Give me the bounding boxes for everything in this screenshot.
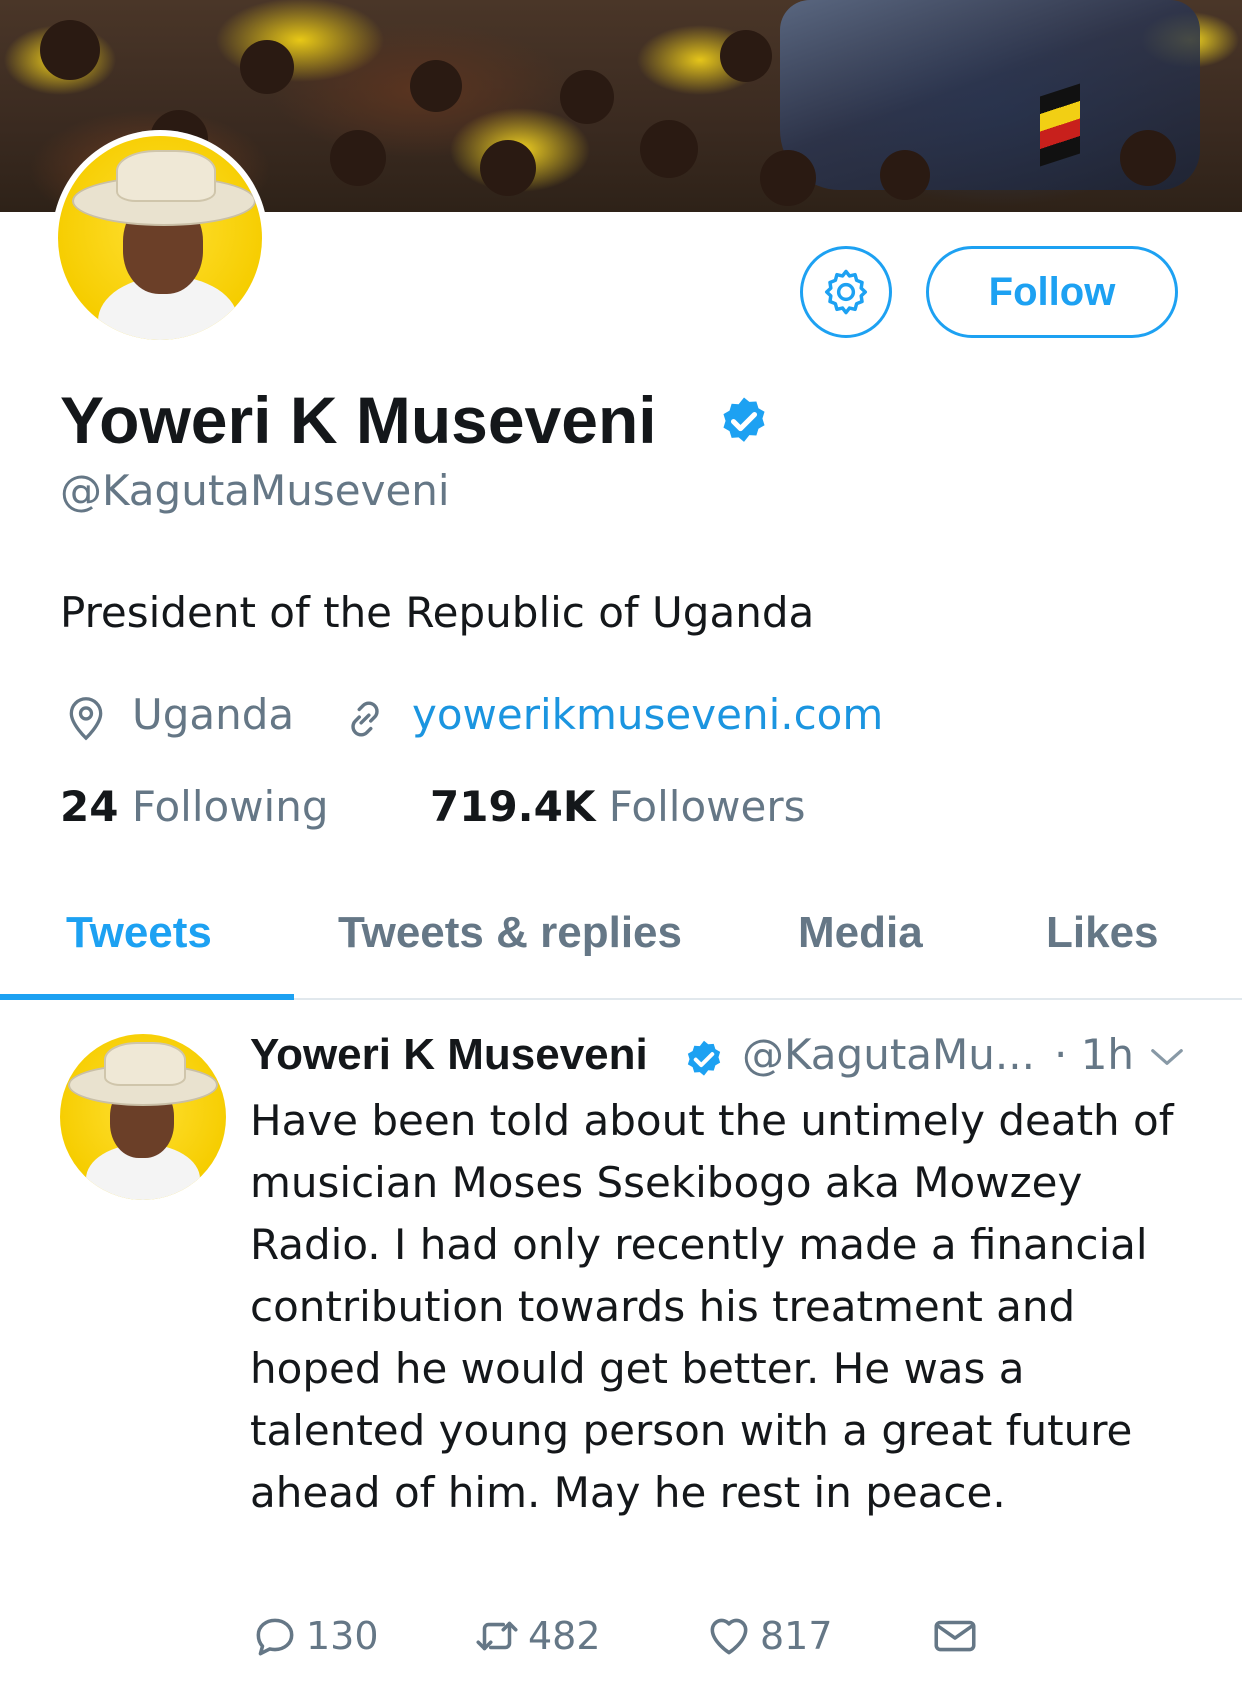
reply-button[interactable]: 130 xyxy=(250,1606,379,1666)
banner-crowd-head xyxy=(880,150,930,200)
followers-count: 719.4K xyxy=(430,782,596,831)
tweet-timestamp[interactable]: · 1h xyxy=(1054,1030,1134,1079)
tab-tweets[interactable]: Tweets xyxy=(66,908,212,958)
banner-crowd-head xyxy=(560,70,614,124)
avatar-photo xyxy=(58,136,262,340)
follow-button[interactable]: Follow xyxy=(926,246,1178,338)
profile-name: Yoweri K Museveni xyxy=(60,383,657,457)
tweet-author-handle[interactable]: @KagutaMu... xyxy=(742,1030,1035,1079)
banner-crowd-head xyxy=(40,20,100,80)
banner-crowd-head xyxy=(410,60,462,112)
banner-crowd-head xyxy=(240,40,294,94)
banner-crowd-head xyxy=(640,120,698,178)
profile-tabs: Tweets Tweets & replies Media Likes xyxy=(0,898,1242,1000)
chevron-down-icon[interactable] xyxy=(1148,1042,1186,1072)
tab-tweets-and-replies[interactable]: Tweets & replies xyxy=(338,908,682,958)
verified-badge-icon xyxy=(687,1040,721,1076)
tweet-actions: 130 482 817 xyxy=(250,1606,1150,1666)
tweet-author-name[interactable]: Yoweri K Museveni xyxy=(250,1030,648,1080)
tweet-header: Yoweri K Museveni @KagutaMu... · 1h xyxy=(250,1030,1210,1086)
retweet-count: 482 xyxy=(528,1614,601,1658)
tweet-text: Have been told about the untimely death … xyxy=(250,1096,1174,1517)
verified-badge-icon xyxy=(723,397,765,442)
reply-icon xyxy=(256,1618,294,1656)
like-count: 817 xyxy=(760,1614,833,1658)
direct-message-button[interactable] xyxy=(930,1606,980,1666)
profile-stats: 24 Following 719.4K Followers xyxy=(60,782,1180,838)
banner-crowd-head xyxy=(760,150,816,206)
profile-location: Uganda xyxy=(132,690,295,739)
profile-bio: President of the Republic of Uganda xyxy=(60,588,815,637)
profile-handle: @KagutaMuseveni xyxy=(60,466,450,515)
profile-website-link[interactable]: yowerikmuseveni.com xyxy=(412,690,883,739)
heart-icon xyxy=(710,1618,748,1655)
following-count: 24 xyxy=(60,782,119,831)
reply-count: 130 xyxy=(306,1614,379,1658)
banner-crowd-head xyxy=(720,30,772,82)
banner-crowd-head xyxy=(1120,130,1176,186)
banner-crowd-head xyxy=(330,130,386,186)
profile-avatar[interactable] xyxy=(52,130,268,346)
following-label: Following xyxy=(131,782,329,831)
tab-media[interactable]: Media xyxy=(798,908,923,958)
avatar-hat-top xyxy=(104,1042,186,1086)
settings-button[interactable] xyxy=(800,246,892,338)
profile-meta: Uganda yowerikmuseveni.com xyxy=(60,690,1180,746)
followers-stat[interactable]: 719.4K Followers xyxy=(430,782,806,831)
following-stat[interactable]: 24 Following xyxy=(60,782,329,831)
retweet-icon xyxy=(476,1621,518,1651)
tweet[interactable]: Yoweri K Museveni @KagutaMu... · 1h Have… xyxy=(0,1000,1242,1696)
retweet-button[interactable]: 482 xyxy=(472,1606,601,1666)
banner-crowd-head xyxy=(480,140,536,196)
avatar-hat-top xyxy=(116,150,216,202)
like-button[interactable]: 817 xyxy=(704,1606,833,1666)
tweet-avatar[interactable] xyxy=(60,1034,226,1200)
tab-likes[interactable]: Likes xyxy=(1046,908,1159,958)
followers-label: Followers xyxy=(608,782,806,831)
link-icon xyxy=(351,701,379,737)
envelope-icon xyxy=(934,1620,976,1652)
gear-icon xyxy=(824,269,868,315)
banner-flag xyxy=(1040,83,1080,167)
location-pin-icon xyxy=(69,697,103,741)
